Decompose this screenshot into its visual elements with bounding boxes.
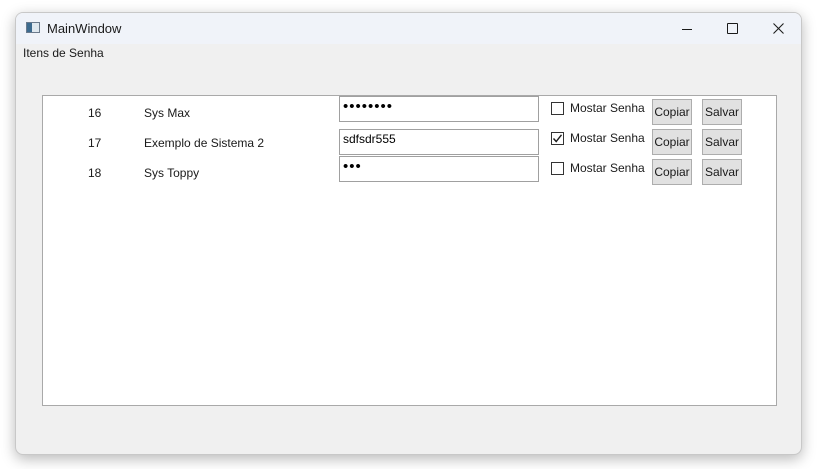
item-name: Exemplo de Sistema 2 bbox=[144, 136, 265, 150]
window-title: MainWindow bbox=[47, 21, 122, 36]
list-item: 16 Sys Max •••••••• Mostar Senha Copiar … bbox=[43, 96, 776, 126]
item-name: Sys Max bbox=[144, 106, 191, 120]
close-button[interactable] bbox=[755, 13, 801, 44]
item-id: 16 bbox=[88, 106, 102, 120]
close-icon bbox=[772, 23, 784, 34]
checkbox-label: Mostar Senha bbox=[570, 101, 645, 115]
copy-button[interactable]: Copiar bbox=[652, 159, 692, 185]
password-field[interactable]: •••••••• bbox=[339, 96, 539, 122]
minimize-icon bbox=[682, 28, 692, 30]
item-name: Sys Toppy bbox=[144, 166, 200, 180]
checkbox-box[interactable] bbox=[551, 101, 564, 115]
checkmark-icon bbox=[552, 133, 563, 143]
show-password-checkbox[interactable]: Mostar Senha bbox=[551, 160, 645, 176]
app-window-icon bbox=[26, 22, 40, 33]
copy-button[interactable]: Copiar bbox=[652, 129, 692, 155]
menu-itens-de-senha[interactable]: Itens de Senha bbox=[23, 46, 104, 60]
checkbox-label: Mostar Senha bbox=[570, 161, 645, 175]
password-field[interactable]: sdfsdr555 bbox=[339, 129, 539, 155]
checkbox-label: Mostar Senha bbox=[570, 131, 645, 145]
copy-button[interactable]: Copiar bbox=[652, 99, 692, 125]
password-field[interactable]: ••• bbox=[339, 156, 539, 182]
save-button[interactable]: Salvar bbox=[702, 99, 742, 125]
save-button[interactable]: Salvar bbox=[702, 129, 742, 155]
show-password-checkbox[interactable]: Mostar Senha bbox=[551, 130, 645, 146]
checkbox-box[interactable] bbox=[551, 131, 564, 145]
show-password-checkbox[interactable]: Mostar Senha bbox=[551, 100, 645, 116]
minimize-button[interactable] bbox=[664, 13, 710, 44]
item-id: 18 bbox=[88, 166, 102, 180]
maximize-icon bbox=[726, 23, 738, 34]
checkbox-box[interactable] bbox=[551, 161, 564, 175]
list-item: 18 Sys Toppy ••• Mostar Senha Copiar Sal… bbox=[43, 156, 776, 186]
main-window: MainWindow Itens de Senha 16 Sys Max •••… bbox=[15, 12, 802, 455]
save-button[interactable]: Salvar bbox=[702, 159, 742, 185]
maximize-button[interactable] bbox=[709, 13, 755, 44]
list-item: 17 Exemplo de Sistema 2 sdfsdr555 Mostar… bbox=[43, 126, 776, 156]
item-id: 17 bbox=[88, 136, 102, 150]
title-bar[interactable]: MainWindow bbox=[16, 13, 801, 44]
password-list[interactable]: 16 Sys Max •••••••• Mostar Senha Copiar … bbox=[42, 95, 777, 406]
